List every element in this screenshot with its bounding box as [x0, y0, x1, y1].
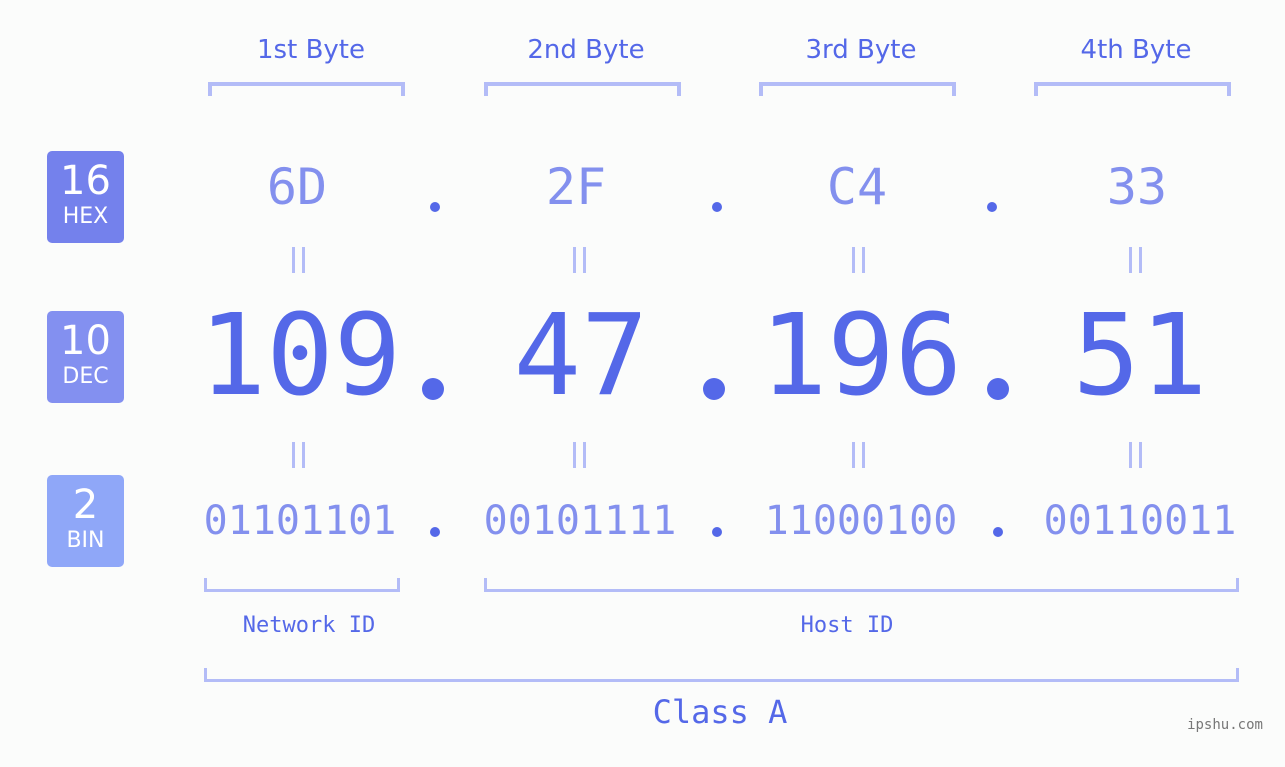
hex-byte-3: C4: [826, 158, 888, 216]
dec-byte-3: 196: [759, 291, 963, 421]
equals-icon: [852, 247, 866, 273]
bin-byte-1: 01101101: [203, 498, 397, 544]
dec-separator-dot: [987, 378, 1009, 400]
dec-separator-dot: [703, 378, 725, 400]
bin-separator-dot: [712, 527, 722, 537]
hex-separator-dot: [430, 202, 440, 212]
dec-byte-1: 109: [198, 291, 402, 421]
hex-base-label: HEX: [62, 204, 109, 229]
hex-separator-dot: [987, 202, 997, 212]
byte-label-3: 3rd Byte: [805, 35, 917, 65]
dec-base-number: 10: [60, 318, 111, 364]
network-id-bracket: [204, 578, 400, 592]
class-label: Class A: [652, 693, 788, 731]
bin-separator-dot: [993, 527, 1003, 537]
bin-separator-dot: [430, 527, 440, 537]
dec-separator-dot: [422, 378, 444, 400]
hex-byte-4: 33: [1106, 158, 1168, 216]
bin-byte-3: 11000100: [764, 498, 958, 544]
dec-base-label: DEC: [62, 364, 109, 389]
equals-icon: [573, 247, 587, 273]
hex-base-number: 16: [60, 158, 111, 204]
equals-icon: [852, 442, 866, 468]
bin-base-label: BIN: [66, 528, 105, 553]
watermark: ipshu.com: [1187, 717, 1263, 733]
bin-byte-4: 00110011: [1043, 498, 1237, 544]
network-id-label: Network ID: [242, 613, 376, 638]
dec-byte-4: 51: [1072, 291, 1208, 421]
byte-bracket-2: [484, 82, 681, 96]
byte-label-2: 2nd Byte: [527, 35, 645, 65]
equals-icon: [573, 442, 587, 468]
byte-label-4: 4th Byte: [1080, 35, 1192, 65]
dec-byte-2: 47: [513, 291, 649, 421]
equals-icon: [1129, 247, 1143, 273]
bin-byte-2: 00101111: [483, 498, 677, 544]
class-bracket: [204, 668, 1239, 682]
host-id-bracket: [484, 578, 1239, 592]
equals-icon: [1129, 442, 1143, 468]
byte-bracket-4: [1034, 82, 1231, 96]
equals-icon: [292, 442, 306, 468]
hex-separator-dot: [712, 202, 722, 212]
hex-badge: 16 HEX: [47, 151, 124, 243]
bin-badge: 2 BIN: [47, 475, 124, 567]
host-id-label: Host ID: [800, 613, 894, 638]
byte-label-1: 1st Byte: [257, 35, 365, 65]
hex-byte-2: 2F: [545, 158, 607, 216]
hex-byte-1: 6D: [266, 158, 328, 216]
dec-badge: 10 DEC: [47, 311, 124, 403]
equals-icon: [292, 247, 306, 273]
byte-bracket-3: [759, 82, 956, 96]
byte-bracket-1: [208, 82, 405, 96]
bin-base-number: 2: [72, 482, 99, 528]
